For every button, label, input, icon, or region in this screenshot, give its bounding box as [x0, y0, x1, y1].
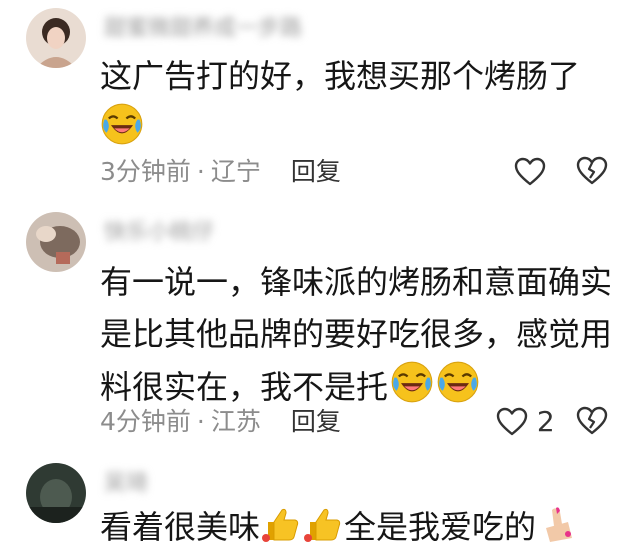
thumbs-up-emoji — [262, 508, 299, 542]
comment-item: 甜蜜微甜养成一步路 这广告打的好，我想买那个烤肠了 3分钟前 · 辽宁 回复 — [0, 0, 640, 200]
comment-text-line: 是比其他品牌的要好吃很多，感觉用 — [100, 315, 613, 353]
laughing-crying-emoji — [101, 103, 143, 145]
thumbs-up-emoji — [304, 508, 341, 542]
comment-time: 4分钟前 — [100, 407, 191, 436]
comment-item: 快乐小桃仔 有一说一，锋味派的烤肠和意面确实 是比其他品牌的要好吃很多，感觉用 … — [0, 200, 640, 455]
comment-text: 看着很美味 全是我爱吃的 — [100, 501, 616, 553]
comment-location: 江苏 — [210, 407, 261, 436]
emoji-row — [100, 102, 616, 152]
comment-text-line: 这广告打的好，我想买那个烤肠了 — [100, 57, 581, 95]
broken-heart-icon — [576, 156, 608, 185]
comment-text-segment: 全是我爱吃的 — [344, 508, 537, 546]
comment-location: 辽宁 — [210, 157, 261, 186]
avatar[interactable] — [26, 8, 86, 68]
comment-text-line: 有一说一，锋味派的烤肠和意面确实 — [100, 263, 613, 301]
comment-meta: 4分钟前 · 江苏 回复 — [100, 404, 341, 440]
comment-text-segment: 料很实在，我不是托 — [100, 368, 389, 406]
dislike-button[interactable] — [576, 156, 610, 190]
laughing-crying-emoji — [391, 361, 433, 403]
like-button[interactable]: 2 — [496, 404, 555, 440]
separator-dot: · — [196, 157, 205, 186]
username[interactable]: 甜蜜微甜养成一步路 — [104, 16, 302, 42]
heart-icon — [496, 407, 528, 436]
reply-button[interactable]: 回复 — [291, 157, 341, 186]
avatar[interactable] — [26, 463, 86, 523]
comment-text-segment: 看着很美味 — [100, 508, 261, 546]
like-count: 2 — [536, 405, 555, 438]
broken-heart-icon — [576, 406, 608, 435]
heart-icon — [514, 157, 546, 186]
comment-text: 这广告打的好，我想买那个烤肠了 — [100, 50, 616, 152]
username[interactable]: 快乐小桃仔 — [104, 220, 214, 246]
separator-dot: · — [196, 407, 205, 436]
like-button[interactable] — [514, 154, 546, 190]
comment-time: 3分钟前 — [100, 157, 191, 186]
dislike-button[interactable] — [576, 406, 610, 440]
avatar[interactable] — [26, 212, 86, 272]
comment-item: 吴琦 看着很美味 全是我爱吃的 — [0, 455, 640, 550]
comment-meta: 3分钟前 · 辽宁 回复 — [100, 154, 341, 190]
nail-polish-emoji — [546, 507, 573, 542]
username[interactable]: 吴琦 — [104, 471, 148, 497]
laughing-crying-emoji — [437, 361, 479, 403]
reply-button[interactable]: 回复 — [291, 407, 341, 436]
comment-text: 有一说一，锋味派的烤肠和意面确实 是比其他品牌的要好吃很多，感觉用 料很实在，我… — [100, 256, 616, 413]
